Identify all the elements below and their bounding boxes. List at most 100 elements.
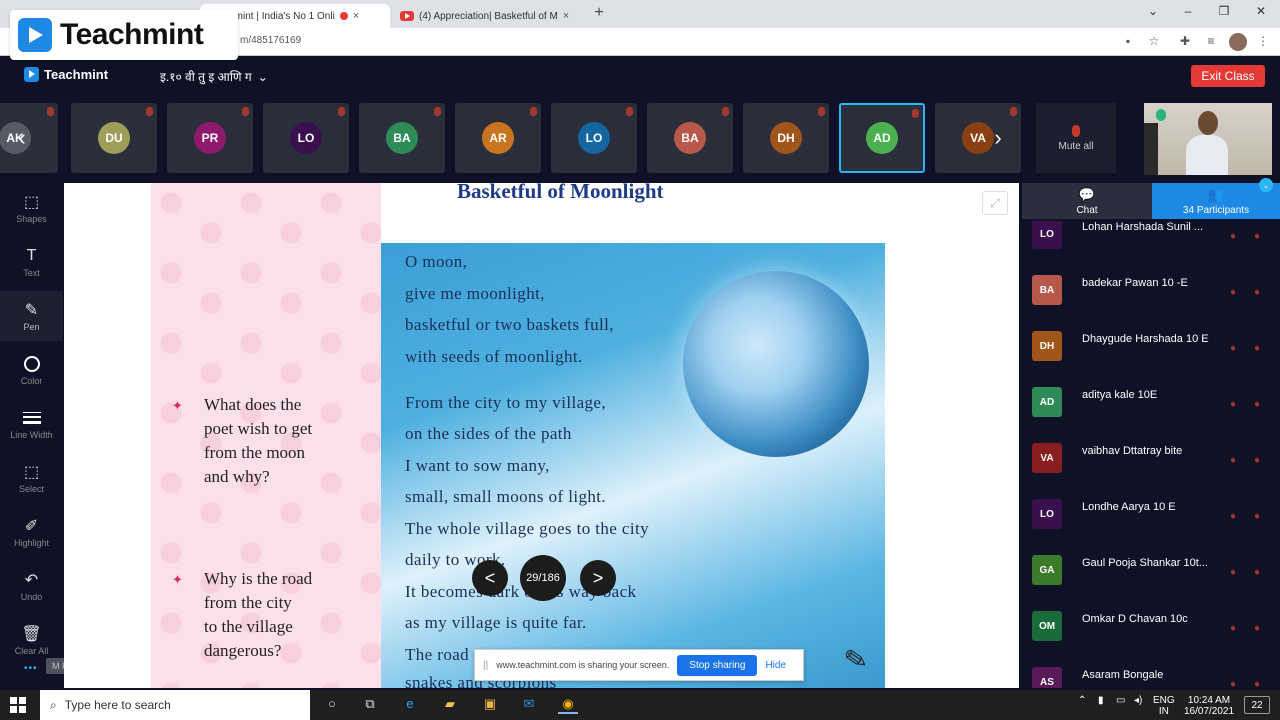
extensions-icon[interactable]: ✚ [1177, 34, 1193, 48]
windows-start-icon[interactable] [10, 697, 26, 713]
participant-tile[interactable]: BA [359, 103, 445, 173]
tool-highlight[interactable]: ✐ Highlight [0, 507, 63, 557]
edge-icon[interactable]: e [400, 696, 420, 714]
mic-muted-icon[interactable]: ● [1230, 679, 1242, 688]
camera-off-icon[interactable]: ● [1254, 511, 1266, 523]
tool-select[interactable]: ⬚ Select [0, 453, 63, 503]
new-tab-button[interactable]: + [590, 4, 608, 22]
camera-off-icon[interactable]: ● [1254, 679, 1266, 688]
participant-tile[interactable]: DU [71, 103, 157, 173]
participant-tile[interactable]: LO [263, 103, 349, 173]
language-indicator[interactable]: ENG IN [1153, 695, 1175, 717]
tab-chat[interactable]: 💬 Chat [1022, 183, 1152, 219]
exit-class-button[interactable]: Exit Class [1191, 65, 1265, 87]
camera-off-icon[interactable]: ● [1254, 343, 1266, 355]
participant-tile[interactable]: DH [743, 103, 829, 173]
mic-muted-icon[interactable]: ● [1230, 399, 1242, 411]
participant-avatar: OM [1032, 611, 1062, 641]
participant-tile[interactable]: PR [167, 103, 253, 173]
participant-tile[interactable]: VA [935, 103, 1021, 173]
store-icon[interactable]: ▣ [480, 696, 500, 714]
more-menu-icon[interactable]: ⋮ [1255, 34, 1271, 48]
close-tab-icon[interactable]: × [353, 10, 359, 22]
participant-row[interactable]: VA vaibhav Dttatray bite ● ● [1022, 435, 1280, 491]
mute-all-button[interactable]: Mute all [1036, 103, 1116, 173]
participant-tile[interactable]: AR [455, 103, 541, 173]
task-view-icon[interactable]: ⧉ [360, 696, 380, 714]
camera-off-icon[interactable]: ● [1254, 567, 1266, 579]
browser-tab-youtube[interactable]: (4) Appreciation| Basketful of M × [392, 4, 582, 28]
tool-pen[interactable]: ✎ Pen [0, 291, 63, 341]
participant-tile[interactable]: BA [647, 103, 733, 173]
mic-muted-icon [434, 107, 441, 116]
tool-text[interactable]: T Text [0, 237, 63, 287]
tab-search-icon[interactable]: ⌄ [1143, 4, 1163, 18]
camera-icon[interactable]: ▪ [1120, 34, 1136, 48]
fullscreen-icon[interactable]: ⤢ [982, 191, 1008, 215]
close-window-icon[interactable]: ✕ [1251, 4, 1271, 18]
camera-off-icon[interactable]: ● [1254, 399, 1266, 411]
strip-next-icon[interactable]: › [988, 125, 1008, 151]
chrome-icon[interactable]: ◉ [558, 696, 578, 714]
mail-icon[interactable]: ✉ [519, 696, 539, 714]
participant-row[interactable]: GA Gaul Pooja Shankar 10t... ● ● [1022, 547, 1280, 603]
participant-row[interactable]: AS Asaram Bongale ● ● [1022, 659, 1280, 688]
participant-tile[interactable]: AD [839, 103, 925, 173]
file-explorer-icon[interactable]: ▰ [440, 696, 460, 714]
camera-off-icon[interactable]: ● [1254, 455, 1266, 467]
participant-list[interactable]: LO Lohan Harshada Sunil ... ● ● BA badekar Pa… [1022, 221, 1280, 688]
mic-muted-icon[interactable]: ● [1230, 623, 1242, 635]
speaking-indicator-icon [1156, 109, 1166, 121]
clock[interactable]: 10:24 AM 16/07/2021 [1184, 695, 1234, 717]
reading-list-icon[interactable]: ≡ [1203, 34, 1219, 48]
profile-avatar[interactable] [1229, 33, 1247, 51]
star-icon[interactable]: ☆ [1146, 34, 1162, 48]
url-text[interactable]: m/485176169 [240, 35, 301, 46]
teacher-video[interactable] [1144, 103, 1272, 175]
tray-chevron-icon[interactable]: ⌃ [1078, 695, 1086, 706]
network-icon[interactable]: ▭ [1116, 695, 1125, 706]
teacher-figure [1184, 111, 1230, 175]
mic-muted-icon[interactable]: ● [1230, 343, 1242, 355]
tool-undo[interactable]: ↶ Undo [0, 561, 63, 611]
camera-off-icon[interactable]: ● [1254, 231, 1266, 243]
collapse-panel-icon[interactable]: ⌄ [1259, 178, 1273, 192]
minimize-icon[interactable]: – [1178, 4, 1198, 18]
notification-center-icon[interactable]: 22 [1244, 696, 1270, 714]
participant-row[interactable]: OM Omkar D Chavan 10c ● ● [1022, 603, 1280, 659]
poem-line: O moon, [405, 252, 468, 271]
class-selector[interactable]: इ.१० वी तु इ आणि ग ⌄ [160, 68, 268, 85]
next-slide-button[interactable]: > [580, 560, 616, 596]
mic-muted-icon[interactable]: ● [1230, 511, 1242, 523]
slide-title: Basketful of Moonlight [457, 183, 664, 203]
mic-muted-icon[interactable]: ● [1230, 287, 1242, 299]
taskbar-search[interactable]: ⌕ Type here to search [40, 690, 310, 720]
mic-muted-icon [1072, 124, 1080, 137]
tool-color[interactable]: Color [0, 345, 63, 395]
tool-shapes[interactable]: ⬚ Shapes [0, 183, 63, 233]
tool-line-width[interactable]: Line Width [0, 399, 63, 449]
strip-prev-icon[interactable]: ‹ [12, 125, 32, 151]
camera-off-icon[interactable]: ● [1254, 287, 1266, 299]
volume-icon[interactable]: ◂) [1134, 695, 1142, 706]
hide-share-bar-button[interactable]: Hide [765, 660, 786, 671]
mic-muted-icon [818, 107, 825, 116]
maximize-icon[interactable]: ❐ [1214, 4, 1234, 18]
participant-row[interactable]: DH Dhaygude Harshada 10 E ● ● [1022, 323, 1280, 379]
cortana-icon[interactable]: ○ [322, 696, 342, 714]
participant-row[interactable]: LO Lohan Harshada Sunil ... ● ● [1022, 221, 1280, 267]
stop-sharing-button[interactable]: Stop sharing [677, 654, 758, 676]
mic-muted-icon[interactable]: ● [1230, 231, 1242, 243]
mic-icon[interactable]: ▮ [1098, 695, 1104, 706]
drag-handle-icon[interactable]: || [483, 660, 488, 671]
participant-row[interactable]: AD aditya kale 10E ● ● [1022, 379, 1280, 435]
camera-off-icon[interactable]: ● [1254, 623, 1266, 635]
teachmint-watermark: Teachmint [10, 10, 238, 60]
mic-muted-icon[interactable]: ● [1230, 455, 1242, 467]
close-tab-icon[interactable]: × [563, 10, 569, 22]
participant-row[interactable]: LO Londhe Aarya 10 E ● ● [1022, 491, 1280, 547]
mic-muted-icon[interactable]: ● [1230, 567, 1242, 579]
participant-tile[interactable]: LO [551, 103, 637, 173]
participant-row[interactable]: BA badekar Pawan 10 -E ● ● [1022, 267, 1280, 323]
prev-slide-button[interactable]: < [472, 560, 508, 596]
